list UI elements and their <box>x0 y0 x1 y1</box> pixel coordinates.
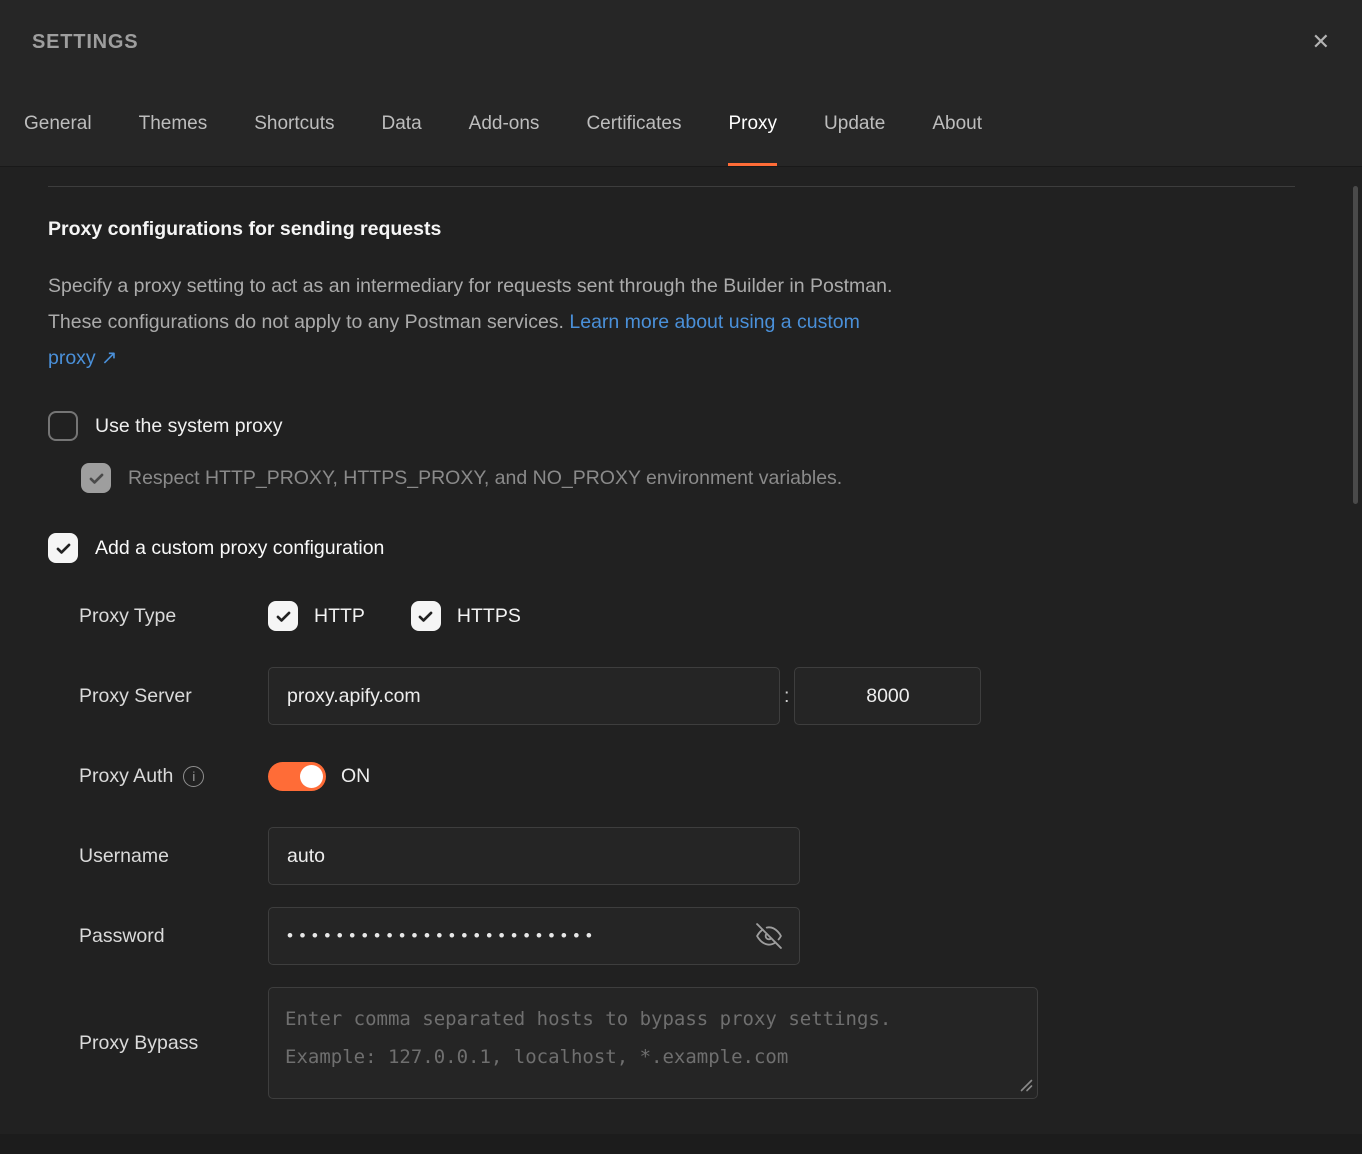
username-row: Username <box>48 827 1362 885</box>
proxy-port-input[interactable] <box>794 667 981 725</box>
username-label: Username <box>79 845 268 868</box>
tab-data[interactable]: Data <box>382 84 422 166</box>
custom-proxy-label: Add a custom proxy configuration <box>95 537 384 560</box>
check-icon <box>274 607 293 626</box>
use-system-proxy-checkbox[interactable] <box>48 411 78 441</box>
proxy-bypass-label: Proxy Bypass <box>79 1032 268 1055</box>
tab-about[interactable]: About <box>932 84 982 166</box>
proxy-server-label: Proxy Server <box>79 685 268 708</box>
resize-handle-icon[interactable] <box>1019 1078 1033 1092</box>
password-input[interactable] <box>268 907 800 965</box>
modal-title: SETTINGS <box>32 31 138 54</box>
check-icon <box>87 469 106 488</box>
modal-header: SETTINGS ✕ <box>0 0 1362 84</box>
username-input[interactable] <box>268 827 800 885</box>
tab-themes[interactable]: Themes <box>139 84 208 166</box>
section-title: Proxy configurations for sending request… <box>48 218 1362 241</box>
tab-certificates[interactable]: Certificates <box>586 84 681 166</box>
http-option: HTTP <box>268 601 365 631</box>
section-description: Specify a proxy setting to act as an int… <box>48 268 906 376</box>
proxy-settings-panel: Proxy configurations for sending request… <box>0 186 1362 1131</box>
check-icon <box>54 539 73 558</box>
scrollbar[interactable] <box>1353 186 1358 504</box>
https-label: HTTPS <box>457 605 521 628</box>
custom-proxy-checkbox[interactable] <box>48 533 78 563</box>
https-option: HTTPS <box>411 601 521 631</box>
proxy-server-row: Proxy Server : <box>48 667 1362 725</box>
custom-proxy-row: Add a custom proxy configuration <box>48 533 1362 563</box>
tab-general[interactable]: General <box>24 84 92 166</box>
proxy-auth-label: Proxy Auth i <box>79 765 268 788</box>
proxy-type-label: Proxy Type <box>79 605 268 628</box>
proxy-bypass-field <box>268 987 1038 1099</box>
info-icon[interactable]: i <box>183 766 204 787</box>
modal-topbar: SETTINGS ✕ General Themes Shortcuts Data… <box>0 0 1362 167</box>
proxy-auth-row: Proxy Auth i ON <box>48 747 1362 805</box>
proxy-auth-toggle[interactable] <box>268 762 326 791</box>
tab-update[interactable]: Update <box>824 84 885 166</box>
toggle-password-visibility-button[interactable] <box>752 919 786 953</box>
modal-bottom-edge <box>0 1134 1362 1154</box>
respect-env-checkbox[interactable] <box>81 463 111 493</box>
proxy-host-input[interactable] <box>268 667 780 725</box>
proxy-bypass-row: Proxy Bypass <box>48 987 1362 1099</box>
use-system-proxy-row: Use the system proxy <box>48 411 1362 441</box>
https-checkbox[interactable] <box>411 601 441 631</box>
proxy-auth-label-text: Proxy Auth <box>79 765 173 788</box>
tab-proxy[interactable]: Proxy <box>728 84 777 166</box>
use-system-proxy-label: Use the system proxy <box>95 415 282 438</box>
http-label: HTTP <box>314 605 365 628</box>
close-icon: ✕ <box>1312 29 1330 54</box>
divider <box>48 186 1295 187</box>
check-icon <box>416 607 435 626</box>
respect-env-row: Respect HTTP_PROXY, HTTPS_PROXY, and NO_… <box>81 463 1362 493</box>
host-port-separator: : <box>784 685 789 708</box>
proxy-type-row: Proxy Type HTTP HTTPS <box>48 587 1362 645</box>
http-checkbox[interactable] <box>268 601 298 631</box>
toggle-knob <box>300 765 323 788</box>
custom-proxy-form: Proxy Type HTTP HTTPS <box>48 587 1362 1131</box>
eye-off-icon <box>756 937 782 952</box>
settings-tabs: General Themes Shortcuts Data Add-ons Ce… <box>0 84 1362 166</box>
password-field <box>268 907 800 965</box>
close-button[interactable]: ✕ <box>1306 25 1336 59</box>
password-row: Password <box>48 907 1362 965</box>
tab-shortcuts[interactable]: Shortcuts <box>254 84 334 166</box>
proxy-bypass-textarea[interactable] <box>268 987 1038 1099</box>
toggle-state-label: ON <box>341 765 370 788</box>
password-label: Password <box>79 925 268 948</box>
tab-addons[interactable]: Add-ons <box>469 84 540 166</box>
settings-modal: SETTINGS ✕ General Themes Shortcuts Data… <box>0 0 1362 1154</box>
respect-env-label: Respect HTTP_PROXY, HTTPS_PROXY, and NO_… <box>128 467 842 490</box>
